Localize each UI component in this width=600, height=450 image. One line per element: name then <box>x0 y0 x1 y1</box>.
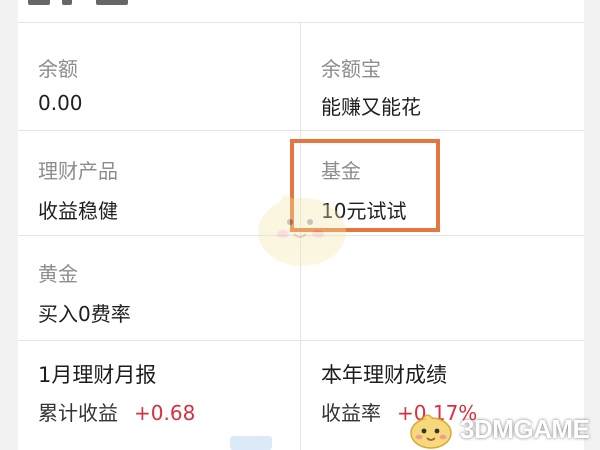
cut-off-text-fragment <box>96 0 128 5</box>
cumulative-earnings-amount: +0.68 <box>134 401 196 425</box>
faint-card-graphic <box>230 436 272 450</box>
return-rate-label: 收益率 <box>321 401 381 425</box>
yuebao-title: 余额宝 <box>321 57 381 81</box>
cut-off-text-fragment <box>62 0 72 5</box>
watermark-text: 3DMGAME <box>460 414 590 444</box>
yearly-performance-title: 本年理财成绩 <box>321 363 447 387</box>
monthly-report-line: 累计收益 +0.68 <box>38 397 195 426</box>
wealth-products-subtitle: 收益稳健 <box>38 199 118 223</box>
wealth-products-title: 理财产品 <box>38 159 118 183</box>
gold-title: 黄金 <box>38 262 78 286</box>
monthly-report-title: 1月理财月报 <box>38 363 157 387</box>
mascot-watermark-icon <box>258 195 346 266</box>
cut-off-text-fragment <box>28 0 50 5</box>
yuebao-subtitle: 能赚又能花 <box>321 95 421 119</box>
yuebao-cell[interactable]: 余额宝 能赚又能花 <box>301 23 583 130</box>
balance-title: 余额 <box>38 57 78 81</box>
cumulative-earnings-label: 累计收益 <box>38 401 118 425</box>
balance-value: 0.00 <box>38 91 83 115</box>
balance-cell[interactable]: 余额 0.00 <box>18 23 300 130</box>
gold-subtitle: 买入0费率 <box>38 302 131 326</box>
3dmgame-logo-icon <box>410 414 452 449</box>
top-cut-off-row <box>18 0 584 23</box>
